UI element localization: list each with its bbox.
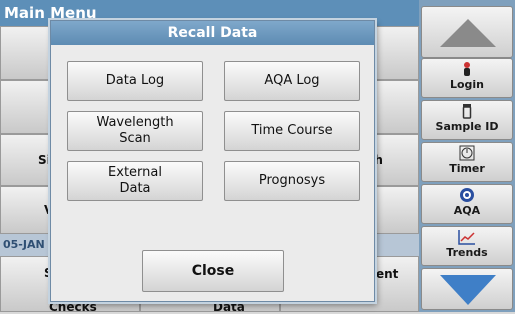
external-data-button[interactable]: External Data xyxy=(67,161,203,201)
aqa-log-button[interactable]: AQA Log xyxy=(224,61,360,101)
dialog-title: Recall Data xyxy=(51,21,374,45)
scroll-down-button[interactable] xyxy=(421,268,513,310)
data-log-button[interactable]: Data Log xyxy=(67,61,203,101)
button-label: External Data xyxy=(108,165,162,197)
sidebar-item-sample-id[interactable]: Sample ID xyxy=(421,100,513,140)
wavelength-scan-button[interactable]: Wavelength Scan xyxy=(67,111,203,151)
sidebar-item-label: Sample ID xyxy=(435,120,499,133)
down-arrow-icon xyxy=(440,275,496,305)
date-text: 05-JAN xyxy=(3,238,45,251)
sidebar-item-label: Login xyxy=(449,78,485,91)
sidebar-item-login[interactable]: Login xyxy=(421,58,513,98)
sidebar-item-aqa[interactable]: AQA xyxy=(421,184,513,224)
aqa-icon xyxy=(422,187,512,203)
button-label: Prognosys xyxy=(258,173,326,188)
sidebar: Login Sample ID Timer AQA Trends xyxy=(419,0,515,312)
sidebar-item-timer[interactable]: Timer xyxy=(421,142,513,182)
menu-button-label: ent xyxy=(376,267,399,281)
sidebar-item-trends[interactable]: Trends xyxy=(421,226,513,266)
scroll-up-button[interactable] xyxy=(421,6,513,58)
sidebar-item-label: Timer xyxy=(449,162,485,175)
trend-chart-icon xyxy=(422,229,512,245)
button-label: AQA Log xyxy=(264,73,320,88)
recall-data-dialog: Recall Data Data Log AQA Log Wavelength … xyxy=(50,20,375,302)
button-label-line1: External xyxy=(108,165,162,180)
button-label-line2: Data xyxy=(119,181,151,196)
time-course-button[interactable]: Time Course xyxy=(224,111,360,151)
button-label: Close xyxy=(191,263,235,279)
button-label-line1: Wavelength xyxy=(96,115,174,130)
button-label-line2: Scan xyxy=(119,131,151,146)
sidebar-item-label: AQA xyxy=(453,204,481,217)
menu-button-label: Si xyxy=(38,153,51,167)
prognosys-button[interactable]: Prognosys xyxy=(224,161,360,201)
up-arrow-icon xyxy=(440,19,496,47)
sample-vial-icon xyxy=(422,103,512,119)
button-label: Time Course xyxy=(251,123,333,138)
person-icon xyxy=(422,61,512,77)
button-label: Data Log xyxy=(105,73,165,88)
close-button[interactable]: Close xyxy=(142,250,284,292)
sidebar-item-label: Trends xyxy=(446,246,488,259)
timer-icon xyxy=(422,145,512,161)
button-label: Wavelength Scan xyxy=(96,115,173,147)
